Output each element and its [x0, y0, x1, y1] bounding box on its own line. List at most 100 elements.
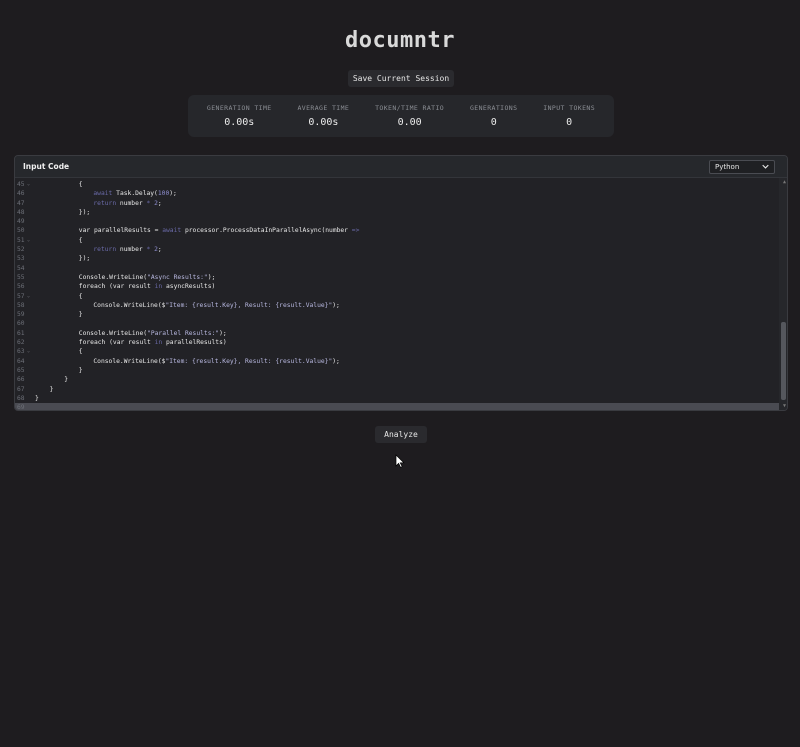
code-line: 69 [15, 403, 779, 411]
scroll-up-icon[interactable]: ▲ [783, 179, 786, 185]
line-text: foreach (var result in asyncResults) [78, 283, 216, 291]
line-text: Console.WriteLine("Parallel Results:"); [78, 329, 227, 337]
line-text: Console.WriteLine("Async Results:"); [78, 273, 216, 281]
fold-gutter [27, 357, 35, 366]
line-number: 53 [17, 255, 25, 263]
line-text [35, 319, 779, 328]
line-number: 63 [17, 348, 25, 356]
line-text: } [49, 385, 54, 393]
line-text: await Task.Delay(100); [93, 190, 177, 198]
code-line: 51 ⌄ { [15, 236, 779, 245]
code-line: 57 ⌄ { [15, 292, 779, 301]
analyze-button[interactable]: Analyze [375, 426, 427, 443]
line-text: } [64, 376, 68, 384]
fold-chevron-icon[interactable]: ⌄ [27, 236, 35, 245]
fold-gutter [27, 375, 35, 384]
line-number: 65 [17, 366, 25, 374]
line-text: }); [78, 208, 91, 216]
line-number: 62 [17, 339, 25, 347]
fold-gutter [27, 403, 35, 410]
line-number: 57 [17, 292, 25, 300]
stat-value: 0 [566, 117, 573, 128]
code-line: 63 ⌄ { [15, 347, 779, 356]
code-line: 48}); [15, 208, 779, 217]
fold-gutter [27, 366, 35, 375]
code-line: 68} [15, 394, 779, 403]
fold-gutter [27, 329, 35, 338]
line-text: { [78, 236, 83, 244]
language-select-value: Python [715, 162, 740, 171]
code-line: 65} [15, 366, 779, 375]
editor-title: Input Code [23, 162, 70, 171]
stat-value: 0 [490, 117, 497, 128]
line-number: 61 [17, 329, 25, 337]
stat-label: AVERAGE TIME [297, 104, 350, 112]
stat-average-time: AVERAGE TIME 0.00s [297, 104, 349, 128]
app-title: documntr [345, 28, 455, 53]
line-number: 69 [17, 404, 25, 411]
line-number: 59 [17, 311, 25, 319]
line-number: 66 [17, 376, 25, 384]
line-text: { [78, 348, 83, 356]
line-text: { [78, 181, 83, 188]
save-session-button[interactable]: Save Current Session [348, 70, 454, 87]
code-line: 67} [15, 385, 779, 394]
language-select[interactable]: Python [709, 159, 775, 174]
fold-gutter [27, 310, 35, 319]
line-number: 52 [17, 246, 25, 254]
line-number: 49 [17, 218, 25, 226]
code-line: 55 Console.WriteLine("Async Results:"); [15, 273, 779, 282]
line-number: 56 [17, 283, 25, 291]
line-text: var parallelResults = await processor.Pr… [78, 227, 360, 235]
line-text: { [78, 292, 83, 300]
fold-chevron-icon[interactable]: ⌄ [27, 347, 35, 356]
line-number: 67 [17, 385, 25, 393]
stat-generations: GENERATIONS 0 [470, 104, 517, 128]
stat-label: GENERATIONS [469, 104, 518, 112]
stat-label: GENERATION TIME [206, 104, 272, 112]
code-line: 60 [15, 319, 779, 328]
code-line: 45 ⌄ { [15, 180, 779, 189]
scroll-down-icon[interactable]: ▼ [783, 403, 786, 409]
line-number: 48 [17, 208, 25, 216]
fold-gutter [27, 226, 35, 235]
scrollbar-thumb[interactable] [781, 322, 786, 400]
line-number: 54 [17, 264, 25, 272]
fold-gutter [27, 264, 35, 273]
line-number: 58 [17, 301, 25, 309]
code-line: 62 foreach (var result in parallelResults… [15, 338, 779, 347]
line-text: Console.WriteLine($"Item: {result.Key}, … [93, 301, 340, 309]
line-number: 46 [17, 190, 25, 198]
line-number: 45 [17, 181, 25, 188]
line-number: 51 [17, 236, 25, 244]
fold-chevron-icon[interactable]: ⌄ [27, 292, 35, 301]
line-text: Console.WriteLine($"Item: {result.Key}, … [93, 357, 340, 365]
line-text: }); [78, 255, 91, 263]
line-text: return number * 2; [93, 246, 162, 254]
stat-token-time-ratio: TOKEN/TIME RATIO 0.00 [375, 104, 444, 128]
stat-generation-time: GENERATION TIME 0.00s [207, 104, 272, 128]
code-editor-panel: Input Code Python 45 ⌄{46 await Task.Delay… [14, 155, 788, 411]
fold-gutter [27, 394, 35, 403]
code-line: 66} [15, 375, 779, 384]
fold-gutter [27, 208, 35, 217]
code-lines: 45 ⌄{46 await Task.Delay(100); 47 return num… [15, 178, 779, 411]
fold-gutter [27, 254, 35, 263]
line-text: foreach (var result in parallelResults) [78, 339, 227, 347]
stat-value: 0.00s [308, 117, 339, 128]
fold-gutter [27, 273, 35, 282]
code-input-area[interactable]: 45 ⌄{46 await Task.Delay(100); 47 return num… [15, 178, 787, 410]
fold-gutter [27, 319, 35, 328]
line-text [35, 217, 779, 226]
code-line: 50 var parallelResults = await processor.… [15, 226, 779, 235]
editor-scrollbar[interactable]: ▲ ▼ [779, 178, 787, 410]
stat-label: INPUT TOKENS [543, 104, 596, 112]
line-text: } [35, 394, 39, 402]
code-line: 52 return number * 2; [15, 245, 779, 254]
line-number: 47 [17, 199, 25, 207]
fold-gutter [27, 199, 35, 208]
fold-chevron-icon[interactable]: ⌄ [27, 180, 35, 189]
stat-value: 0.00 [397, 117, 422, 128]
mouse-pointer-icon [395, 454, 405, 468]
line-text [35, 403, 779, 410]
